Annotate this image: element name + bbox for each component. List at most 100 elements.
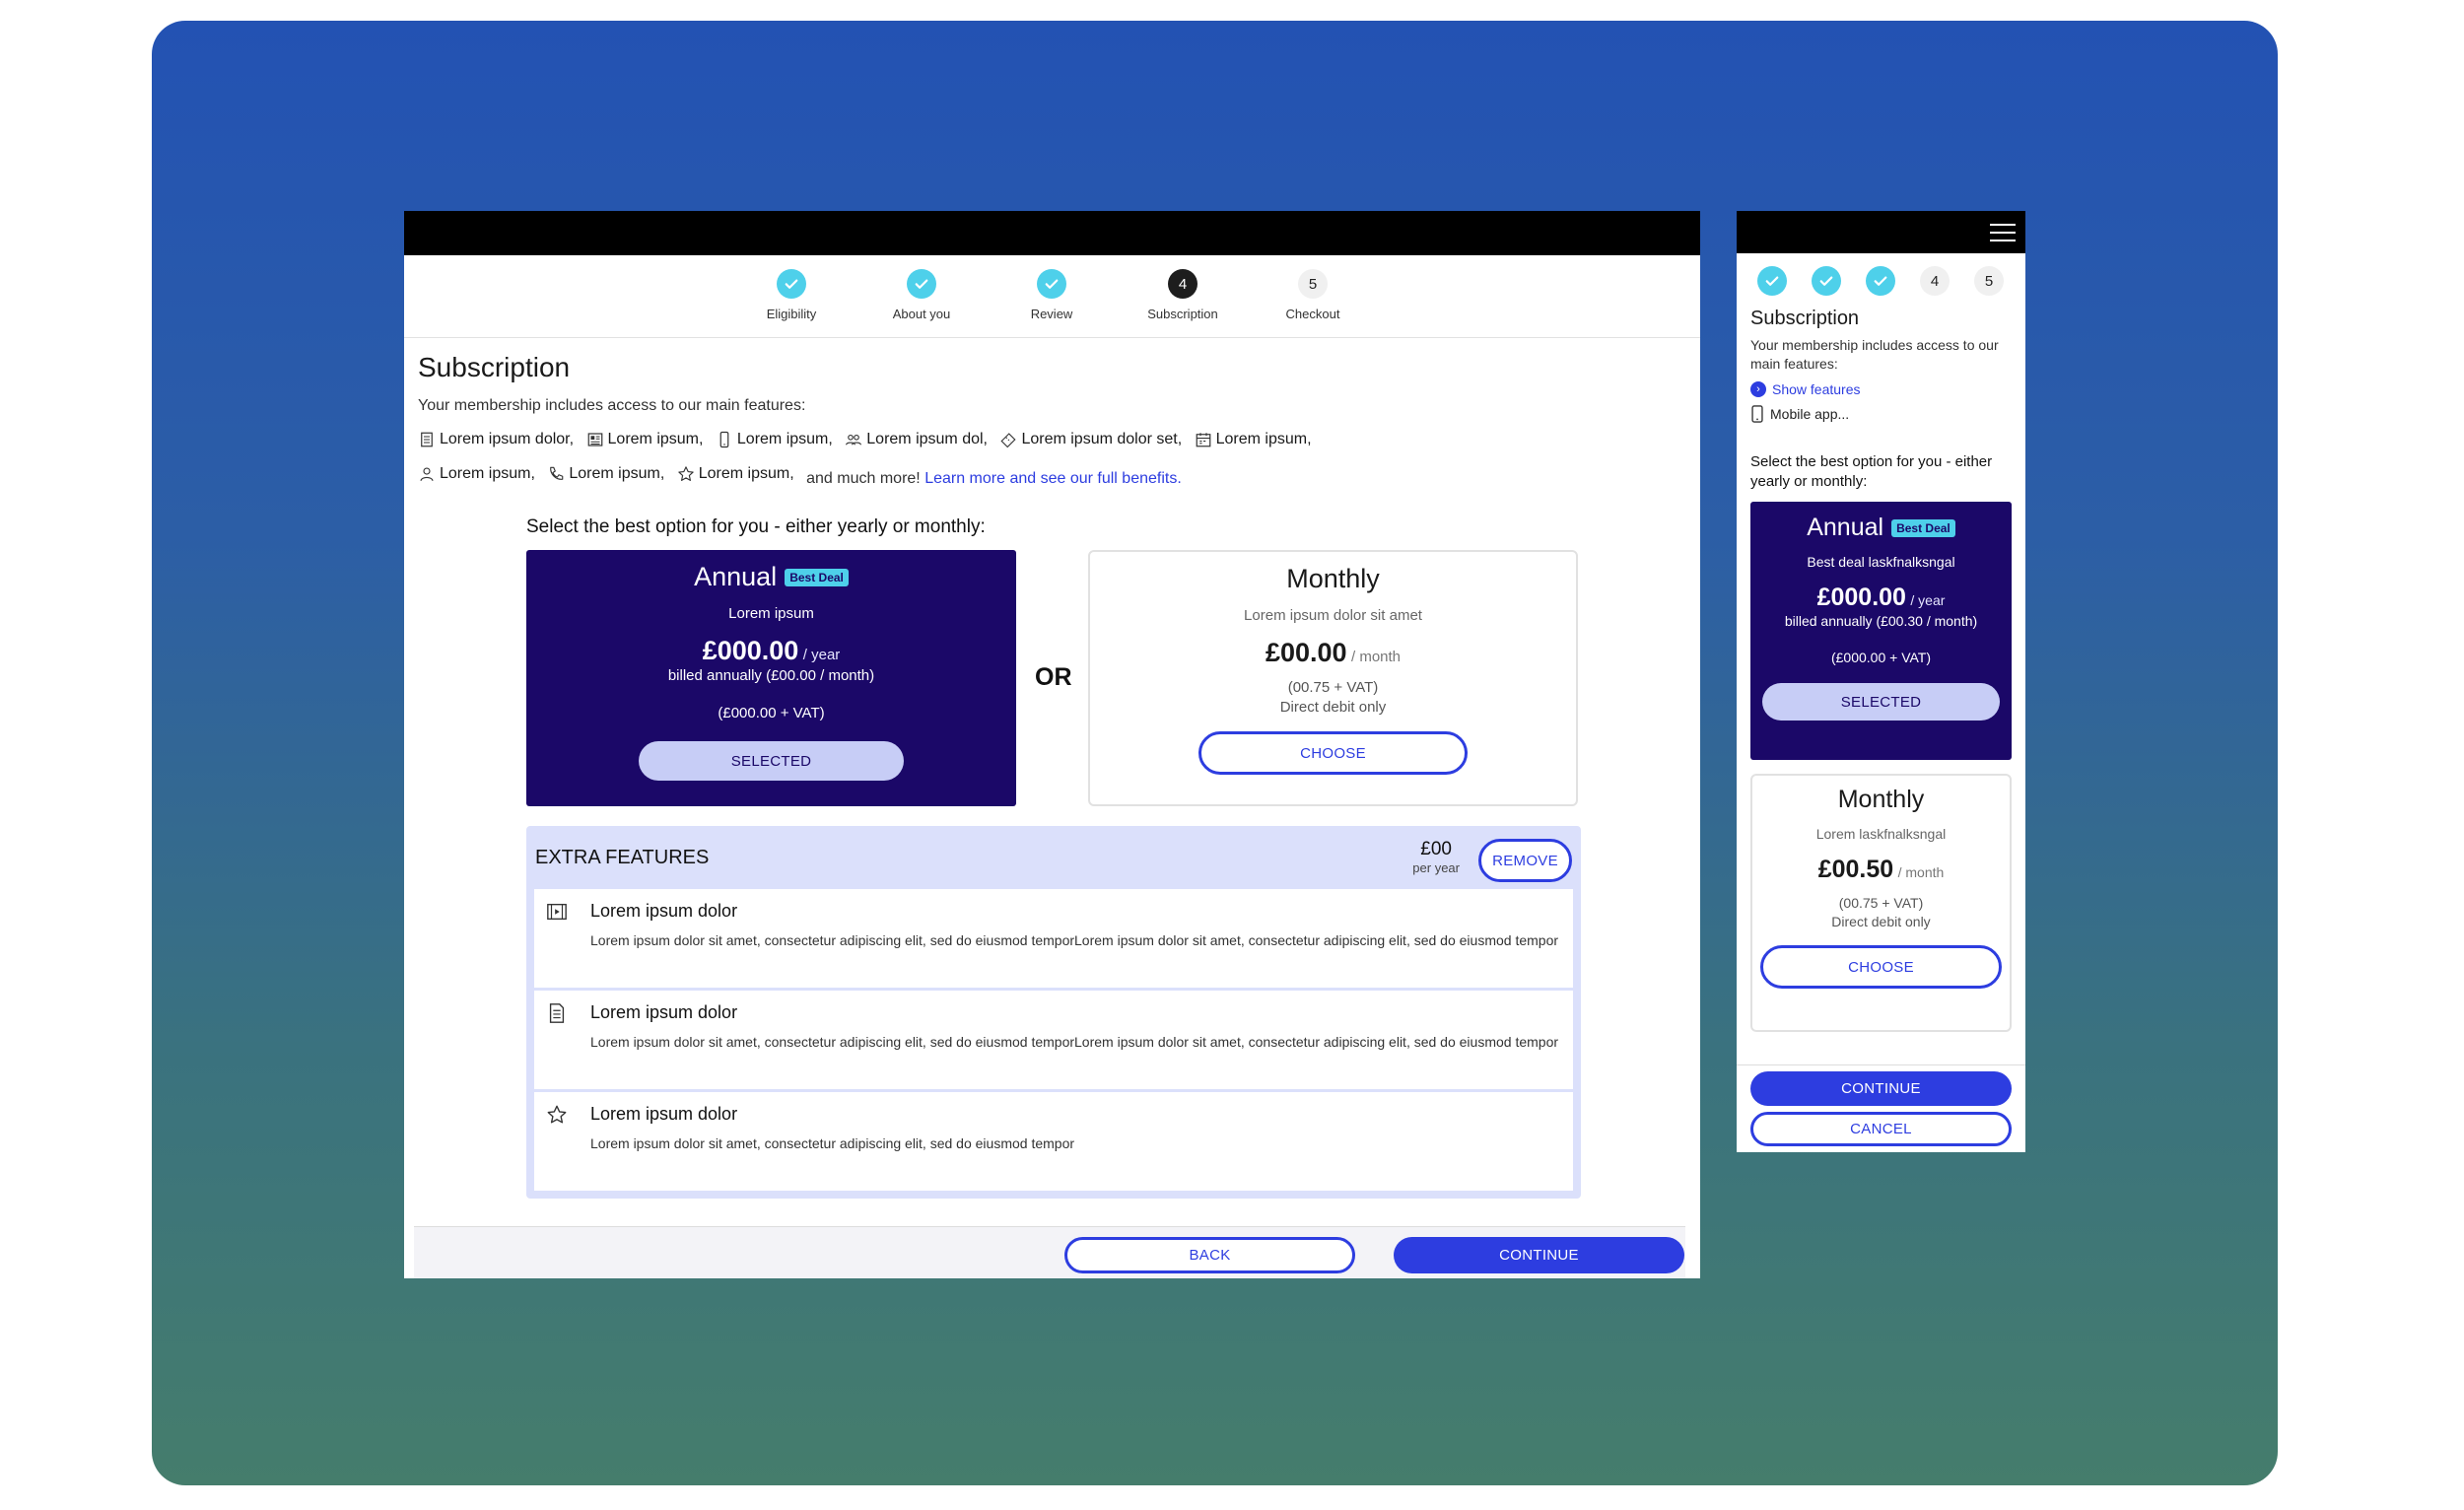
best-deal-badge: Best Deal (1891, 518, 1955, 537)
remove-button[interactable]: REMOVE (1478, 839, 1572, 882)
step-number: 5 (1298, 269, 1328, 299)
plan-options: Annual Best Deal Lorem ipsum £000.00 / y… (526, 550, 1581, 808)
feature-item: Lorem ipsum, (1195, 425, 1312, 454)
check-icon[interactable] (1866, 266, 1895, 296)
selected-button[interactable]: SELECTED (639, 741, 904, 781)
step-label: Checkout (1285, 307, 1340, 321)
step-eligibility[interactable]: Eligibility (732, 269, 851, 321)
plan-subtitle: Lorem laskfnalksngal (1815, 826, 1947, 842)
vat-note: (00.75 + VAT) (1287, 679, 1379, 696)
extra-feature-item: Lorem ipsum dolor Lorem ipsum dolor sit … (534, 991, 1573, 1089)
extra-feature-item: Lorem ipsum dolor Lorem ipsum dolor sit … (534, 1092, 1573, 1191)
vat-note: (£000.00 + VAT) (718, 705, 825, 721)
feature-list: Lorem ipsum, Lorem ipsum, Lorem ipsum, a… (418, 459, 1686, 494)
extra-feature-desc: Lorem ipsum dolor sit amet, consectetur … (590, 932, 1559, 948)
menu-icon[interactable] (1990, 224, 2016, 247)
step-subscription[interactable]: 4 Subscription (1124, 269, 1242, 321)
plan-period: / month (1897, 864, 1945, 880)
continue-button[interactable]: CONTINUE (1394, 1237, 1684, 1273)
annual-plan-card[interactable]: Annual Best Deal Best deal laskfnalksnga… (1750, 502, 2012, 760)
page-title: Subscription (418, 352, 571, 382)
extra-features-panel: EXTRA FEATURES £00 per year REMOVE Lorem… (526, 826, 1581, 1199)
plan-period: / year (1910, 592, 1946, 608)
selected-button[interactable]: SELECTED (1762, 683, 2000, 721)
select-title: Select the best option for you - either … (1750, 453, 1993, 490)
select-title: Select the best option for you - either … (526, 516, 986, 537)
debit-note: Direct debit only (1831, 914, 1931, 929)
feature-item: Lorem ipsum, (716, 425, 833, 454)
extras-title: EXTRA FEATURES (535, 847, 710, 868)
plan-price: £000.00 (702, 636, 799, 665)
step-label: About you (892, 307, 951, 321)
step-number[interactable]: 4 (1920, 266, 1950, 296)
debit-note: Direct debit only (1279, 699, 1387, 716)
billing-note: billed annually (£00.00 / month) (667, 667, 875, 684)
desktop-frame: Eligibility About you Review 4 Subscript… (404, 211, 1700, 1278)
plan-name: Monthly (1837, 786, 1925, 813)
call-icon (550, 466, 564, 480)
video-icon (547, 903, 567, 921)
mobile-app-feature: Mobile app... (1750, 405, 2012, 423)
progress-stepper: Eligibility About you Review 4 Subscript… (404, 255, 1700, 338)
intro-text: Your membership includes access to our m… (418, 397, 806, 414)
step-label: Subscription (1147, 307, 1218, 321)
feature-item: Lorem ipsum dolor set, (999, 425, 1182, 454)
annual-plan-card[interactable]: Annual Best Deal Lorem ipsum £000.00 / y… (526, 550, 1016, 806)
plan-name: Annual (694, 562, 778, 591)
feature-list: Lorem ipsum dolor, Lorem ipsum, Lorem ip… (418, 425, 1686, 459)
choose-button[interactable]: CHOOSE (1198, 731, 1468, 775)
monthly-plan-card[interactable]: Monthly Lorem laskfnalksngal £00.50 / mo… (1750, 774, 2012, 1032)
plan-subtitle: Best deal laskfnalksngal (1807, 554, 1955, 570)
step-checkout[interactable]: 5 Checkout (1254, 269, 1372, 321)
check-icon[interactable] (1812, 266, 1841, 296)
phone-icon (719, 431, 729, 448)
chevron-right-icon: › (1750, 381, 1766, 397)
benefits-link[interactable]: Learn more and see our full benefits. (924, 470, 1182, 487)
step-label: Eligibility (766, 307, 817, 321)
plan-selection: Select the best option for you - either … (526, 516, 1581, 1199)
extra-feature-title: Lorem ipsum dolor (590, 901, 738, 921)
extra-feature-desc: Lorem ipsum dolor sit amet, consectetur … (590, 1135, 1075, 1151)
more-text: and much more! (806, 470, 921, 487)
feature-item: Lorem ipsum, (547, 459, 664, 489)
mobile-top-bar (1737, 211, 2025, 253)
newspaper-icon (587, 433, 602, 446)
ticket-icon (1000, 433, 1016, 448)
star-icon (547, 1105, 567, 1124)
intro-text: Your membership includes access to our m… (1750, 337, 1999, 372)
check-icon[interactable] (1757, 266, 1787, 296)
feature-item: Lorem ipsum, (677, 459, 794, 489)
continue-button[interactable]: CONTINUE (1750, 1071, 2012, 1106)
extra-feature-title: Lorem ipsum dolor (590, 1002, 738, 1022)
group-icon (846, 434, 862, 446)
back-button[interactable]: BACK (1064, 1237, 1355, 1273)
feature-item: Lorem ipsum dolor, (418, 425, 574, 454)
plan-subtitle: Lorem ipsum (728, 605, 814, 622)
feature-item: Lorem ipsum dol, (845, 425, 988, 454)
billing-note: billed annually (£00.30 / month) (1784, 613, 1978, 629)
mobile-frame: 4 5 Subscription Your membership include… (1737, 211, 2025, 1152)
extras-per: per year (1412, 860, 1460, 875)
vat-note: (£000.00 + VAT) (1830, 650, 1932, 665)
step-review[interactable]: Review (992, 269, 1111, 321)
extra-feature-desc: Lorem ipsum dolor sit amet, consectetur … (590, 1034, 1559, 1050)
or-label: OR (1035, 663, 1072, 691)
check-icon (907, 269, 936, 299)
vat-note: (00.75 + VAT) (1838, 895, 1924, 911)
step-about-you[interactable]: About you (862, 269, 981, 321)
check-icon (777, 269, 806, 299)
choose-button[interactable]: CHOOSE (1760, 945, 2002, 989)
main-content: Subscription Your membership includes ac… (404, 352, 1700, 494)
extras-price: £00 (1420, 839, 1452, 859)
feature-item: Lorem ipsum, (418, 459, 535, 489)
monthly-plan-card[interactable]: Monthly Lorem ipsum dolor sit amet £00.0… (1088, 550, 1578, 806)
show-features-link[interactable]: › Show features (1750, 381, 2012, 397)
feature-item: Lorem ipsum, (586, 425, 703, 454)
person-icon (420, 467, 434, 481)
document-icon (421, 432, 433, 447)
mobile-stepper: 4 5 (1737, 253, 2025, 296)
calendar-icon (1196, 433, 1210, 447)
cancel-button[interactable]: CANCEL (1750, 1112, 2012, 1146)
step-number[interactable]: 5 (1974, 266, 2004, 296)
page-title: Subscription (1750, 308, 1860, 329)
